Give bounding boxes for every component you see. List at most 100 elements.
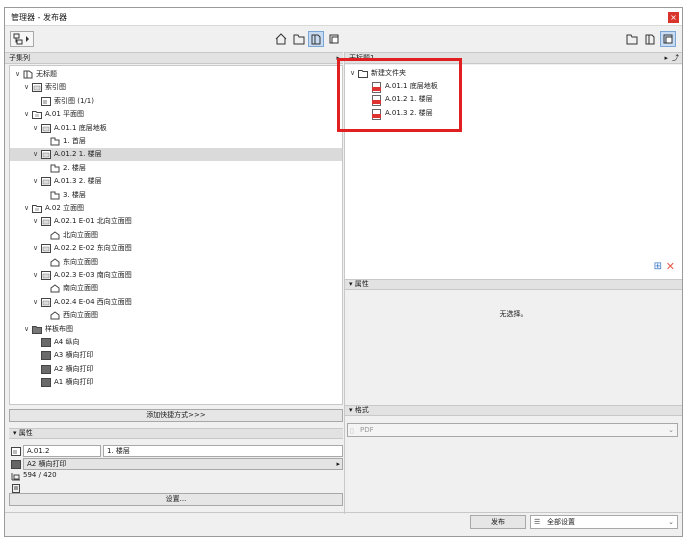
tree-row[interactable]: A3 横向打印 [10, 349, 342, 362]
tree-row[interactable]: ∨ 索引图 [10, 81, 342, 94]
tree-row[interactable]: ∨ A.01 平面图 [10, 108, 342, 121]
chevron-down-icon[interactable]: ∨ [23, 202, 30, 215]
chevron-down-icon[interactable]: ∨ [32, 148, 39, 161]
tree-row[interactable]: ∨ A.01.2 1. 楼层 [10, 148, 342, 162]
tree-row[interactable]: ∨ A.02.2 E-02 东向立面图 [10, 242, 342, 255]
tree-row-label: 样板布图 [45, 324, 73, 333]
name-field[interactable]: 1. 楼层 [103, 445, 343, 457]
chevron-down-icon[interactable]: ∨ [32, 215, 39, 228]
format-label: 格式 [354, 406, 369, 414]
tree-row-label: A.02 立面图 [45, 204, 85, 212]
left-properties-header[interactable]: ▾ 属性 [9, 428, 343, 439]
tree-row-label: A3 横向打印 [54, 351, 94, 360]
tree-row-label: A1 横向打印 [54, 378, 94, 387]
format-header[interactable]: ▾ 格式 [345, 405, 682, 416]
tree-row[interactable]: 南向立面图 [10, 282, 342, 295]
view-icon [32, 83, 42, 93]
chevron-down-icon[interactable]: ∨ [32, 175, 39, 188]
left-panel-header: 子集列 ▸ [5, 52, 343, 64]
publisher-sets-button[interactable] [326, 31, 342, 47]
sheet-dark-icon [41, 364, 51, 374]
right-layout-book-button[interactable] [642, 31, 658, 47]
size-icon [11, 472, 21, 481]
tree-row-label: A.01.2 1. 楼层 [54, 150, 102, 159]
elevation-icon [50, 257, 60, 267]
folder-open-icon [626, 34, 638, 45]
view-map-button[interactable] [291, 31, 307, 47]
tree-row[interactable]: 1. 首层 [10, 135, 342, 148]
new-item-icon[interactable]: ⊞ [654, 261, 662, 272]
chevron-down-icon[interactable]: ∨ [23, 108, 30, 121]
pin-icon[interactable]: ⤴ [672, 53, 679, 63]
master-dropdown[interactable]: A2 横向打印 ▸ [23, 458, 343, 470]
right-publisher-sets-button[interactable] [660, 31, 676, 47]
tree-row[interactable]: ∨ 样板布图 [10, 323, 342, 336]
size-value: 594 / 420 [23, 471, 57, 479]
tree-row-label: A.02.4 E-04 西向立面图 [54, 297, 132, 306]
scope-dropdown[interactable]: ☰ 全部设置 ⌄ [530, 515, 678, 529]
tree-row[interactable]: 北向立面图 [10, 229, 342, 242]
chevron-right-icon: ▸ [336, 460, 340, 468]
format-value: PDF [360, 426, 374, 434]
tree-row-label: A.01.3 2. 楼层 [54, 177, 102, 186]
chevron-down-icon[interactable]: ∨ [32, 296, 39, 309]
tree-row[interactable]: 2. 楼层 [10, 162, 342, 175]
chevron-right-icon[interactable]: ▸ [664, 53, 668, 63]
tree-row[interactable]: 索引图 (1/1) [10, 95, 342, 108]
right-view-map-button[interactable] [624, 31, 640, 47]
house-icon [275, 33, 287, 45]
chevron-down-icon[interactable]: ∨ [23, 323, 30, 336]
chevron-down-icon[interactable]: ∨ [32, 122, 39, 135]
book-icon [23, 70, 33, 79]
view-icon [41, 217, 51, 227]
chevron-down-icon: ⌄ [668, 426, 674, 434]
tree-row-label: 索引图 [45, 83, 66, 92]
tree-row[interactable]: 西向立面图 [10, 309, 342, 322]
tree-row[interactable]: ∨ A.02.3 E-03 南向立面图 [10, 269, 342, 282]
tree-row[interactable]: 3. 楼层 [10, 189, 342, 202]
right-properties-header[interactable]: ▾ 属性 [345, 279, 682, 290]
chevron-down-icon[interactable]: ∨ [14, 68, 21, 81]
right-properties-body: 无选择。 [345, 291, 682, 403]
tree-row[interactable]: ∨ A.02.4 E-04 西向立面图 [10, 296, 342, 309]
format-dropdown[interactable]: ▯ PDF ⌄ [347, 423, 678, 437]
tree-row-label: 南向立面图 [63, 284, 98, 293]
master-value: A2 横向打印 [27, 460, 67, 468]
tree-row[interactable]: ∨ A.01.3 2. 楼层 [10, 175, 342, 188]
tree-row[interactable]: ∨ A.02 立面图 [10, 202, 342, 215]
properties-label: 属性 [354, 280, 369, 288]
tree-row[interactable]: ∨ A.01.1 底层地板 [10, 122, 342, 135]
tree-row[interactable]: A2 横向打印 [10, 363, 342, 376]
chevron-down-icon[interactable]: ∨ [32, 269, 39, 282]
pdf-file-icon: ▯ [350, 427, 354, 435]
chevron-down-icon[interactable]: ∨ [23, 81, 30, 94]
plan-icon [50, 164, 60, 173]
plan-icon [50, 137, 60, 146]
view-mode-dropdown[interactable] [10, 31, 34, 47]
elevation-icon [50, 284, 60, 293]
tree-row[interactable]: ∨ 无标题 [10, 68, 342, 81]
close-button[interactable]: × [668, 12, 679, 23]
tree-row[interactable]: A4 纵向 [10, 336, 342, 349]
settings-button[interactable]: 设置... [9, 493, 343, 506]
layout-book-button[interactable] [308, 31, 324, 47]
add-shortcut-button[interactable]: 添加快捷方式>>> [9, 409, 343, 422]
publish-button[interactable]: 发布 [470, 515, 526, 529]
id-field[interactable]: A.01.2 [23, 445, 101, 457]
chevron-down-icon[interactable]: ∨ [32, 242, 39, 255]
tree-row-label: A2 横向打印 [54, 364, 94, 373]
view-icon [41, 177, 51, 187]
project-map-button[interactable] [273, 31, 289, 47]
chevron-down-icon: ⌄ [668, 518, 674, 526]
tree-row-label: 3. 楼层 [63, 190, 86, 199]
elevation-icon [50, 231, 60, 240]
tree-row-label: A4 纵向 [54, 338, 80, 346]
tree-row[interactable]: 东向立面图 [10, 256, 342, 269]
scope-value: 全部设置 [547, 518, 575, 526]
tree-row[interactable]: A1 横向打印 [10, 376, 342, 389]
tree-row[interactable]: ∨ A.02.1 E-01 北向立面图 [10, 215, 342, 228]
delete-icon[interactable]: ✕ [666, 260, 675, 273]
footer-divider [5, 512, 682, 513]
elevation-icon [50, 311, 60, 320]
left-tree: ∨ 无标题 ∨ 索引图 索引图 (1/1) ∨ A.01 平面图 ∨ A.01.1 底层地板 1.… [9, 65, 343, 405]
